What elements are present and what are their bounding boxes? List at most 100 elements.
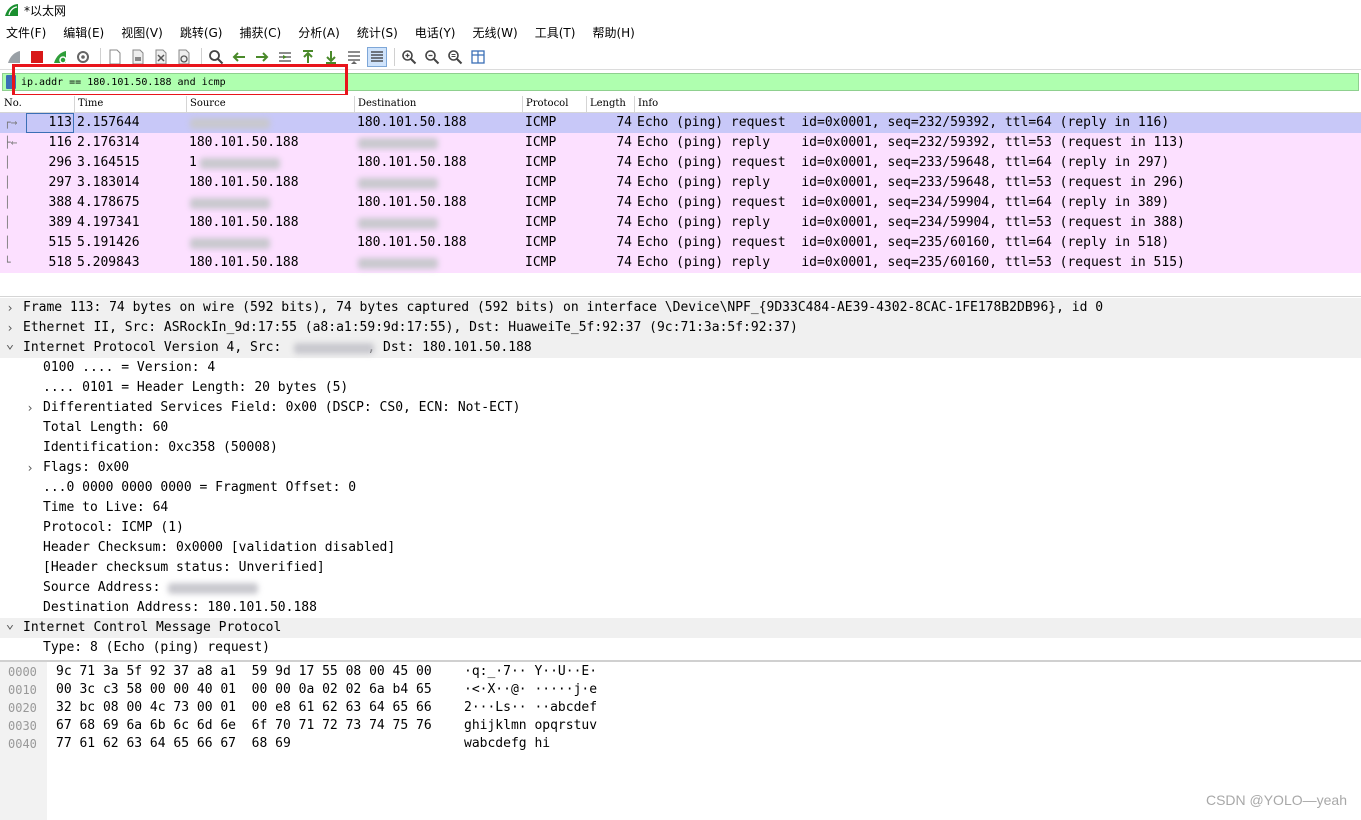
column-source[interactable]: Source: [190, 98, 226, 109]
detail-section-row[interactable]: › Frame 113: 74 bytes on wire (592 bits),…: [0, 298, 1361, 318]
column-no[interactable]: No.: [4, 98, 22, 109]
bytes-hex[interactable]: 00 3c c3 58 00 00 40 01 00 00 0a 02 02 6…: [56, 681, 432, 699]
packet-cell-protocol: ICMP: [525, 235, 557, 250]
bytes-ascii[interactable]: 2···Ls·· ··abcdef: [464, 699, 597, 717]
chevron-right-icon[interactable]: ›: [4, 298, 16, 318]
chevron-down-icon[interactable]: ⌄: [4, 614, 16, 634]
menu-file[interactable]: 文件(F): [6, 24, 46, 41]
bytes-ascii[interactable]: wabcdefg hi: [464, 735, 550, 753]
zoom-in-button[interactable]: [399, 47, 419, 67]
go-to-packet-button[interactable]: [275, 47, 295, 67]
detail-field-row[interactable]: [Header checksum status: Unverified]: [0, 558, 1361, 578]
detail-field-row[interactable]: Time to Live: 64: [0, 498, 1361, 518]
detail-field-row[interactable]: Identification: 0xc358 (50008): [0, 438, 1361, 458]
save-file-button[interactable]: [128, 47, 148, 67]
detail-text: Time to Live: 64: [43, 500, 169, 515]
detail-field-row[interactable]: ...0 0000 0000 0000 = Fragment Offset: 0: [0, 478, 1361, 498]
column-length[interactable]: Length: [590, 98, 626, 109]
colorize-button[interactable]: [367, 46, 387, 67]
redacted-destination-address: [358, 218, 438, 229]
packet-row[interactable]: ├← 116 2.176314 180.101.50.188 ICMP 74 Echo (p…: [0, 133, 1361, 153]
start-capture-button[interactable]: [4, 47, 24, 67]
menu-analyze[interactable]: 分析(A): [298, 24, 340, 41]
go-last-packet-button[interactable]: [321, 47, 341, 67]
packet-row[interactable]: │ 515 5.191426 180.101.50.188 ICMP 74 Echo (pi…: [0, 233, 1361, 253]
chevron-right-icon[interactable]: ›: [24, 458, 36, 478]
chevron-right-icon[interactable]: ›: [24, 398, 36, 418]
column-separator[interactable]: [186, 96, 187, 112]
capture-options-button[interactable]: [73, 47, 93, 67]
auto-scroll-button[interactable]: [344, 47, 364, 67]
detail-field-row[interactable]: › Differentiated Services Field: 0x00 (DS…: [0, 398, 1361, 418]
resize-columns-button[interactable]: [468, 47, 488, 67]
go-forward-button[interactable]: [252, 47, 272, 67]
open-file-button[interactable]: [105, 47, 125, 67]
column-destination[interactable]: Destination: [358, 98, 416, 109]
detail-field-row[interactable]: Type: 8 (Echo (ping) request): [0, 638, 1361, 658]
redacted-source-address: [190, 238, 270, 249]
close-file-button[interactable]: [151, 47, 171, 67]
detail-section-row[interactable]: › Ethernet II, Src: ASRockIn_9d:17:55 (a8…: [0, 318, 1361, 338]
detail-field-row[interactable]: Total Length: 60: [0, 418, 1361, 438]
go-first-packet-button[interactable]: [298, 47, 318, 67]
menu-go[interactable]: 跳转(G): [180, 24, 223, 41]
bytes-hex[interactable]: 77 61 62 63 64 65 66 67 68 69: [56, 735, 291, 753]
menu-help[interactable]: 帮助(H): [592, 24, 634, 41]
packet-row[interactable]: └ 518 5.209843 180.101.50.188 ICMP 74 Echo (pi…: [0, 253, 1361, 273]
detail-field-row[interactable]: Protocol: ICMP (1): [0, 518, 1361, 538]
column-separator[interactable]: [634, 96, 635, 112]
reload-file-button[interactable]: [174, 47, 194, 67]
detail-text: Internet Protocol Version 4, Src: , Dst:…: [23, 340, 532, 355]
menu-edit[interactable]: 编辑(E): [63, 24, 104, 41]
go-back-button[interactable]: [229, 47, 249, 67]
bytes-ascii[interactable]: ·<·X··@· ·····j·e: [464, 681, 597, 699]
menu-tools[interactable]: 工具(T): [535, 24, 576, 41]
column-info[interactable]: Info: [638, 98, 658, 109]
bytes-hex[interactable]: 67 68 69 6a 6b 6c 6d 6e 6f 70 71 72 73 7…: [56, 717, 432, 735]
detail-field-row[interactable]: 0100 .... = Version: 4: [0, 358, 1361, 378]
column-separator[interactable]: [354, 96, 355, 112]
detail-field-row[interactable]: Source Address:: [0, 578, 1361, 598]
redacted-address: [168, 583, 258, 594]
detail-section-row[interactable]: ⌄ Internet Protocol Version 4, Src: , Dst…: [0, 336, 1361, 358]
packet-row[interactable]: │ 389 4.197341 180.101.50.188 ICMP 74 Echo (pi…: [0, 213, 1361, 233]
packet-row[interactable]: │ 388 4.178675 180.101.50.188 ICMP 74 Echo (pi…: [0, 193, 1361, 213]
zoom-out-icon: [425, 49, 440, 64]
packet-cell-protocol: ICMP: [525, 155, 557, 170]
find-packet-button[interactable]: [206, 47, 226, 67]
packet-cell-no: 388: [48, 195, 72, 210]
packet-cell-info: Echo (ping) request id=0x0001, seq=234/5…: [637, 195, 1170, 210]
menu-wireless[interactable]: 无线(W): [473, 24, 518, 41]
column-separator[interactable]: [74, 96, 75, 112]
detail-field-row[interactable]: .... 0101 = Header Length: 20 bytes (5): [0, 378, 1361, 398]
packet-row[interactable]: ┌→ 113 2.157644 180.101.50.188 ICMP 74 Echo (p…: [0, 113, 1361, 133]
menu-statistics[interactable]: 统计(S): [357, 24, 398, 41]
bytes-ascii[interactable]: ghijklmn opqrstuv: [464, 717, 597, 735]
normal-size-button[interactable]: [445, 47, 465, 67]
bytes-ascii[interactable]: ·q:_·7·· Y··U··E·: [464, 663, 597, 681]
packet-row[interactable]: │ 297 3.183014 180.101.50.188 ICMP 74 Echo (pi…: [0, 173, 1361, 193]
menu-telephony[interactable]: 电话(Y): [415, 24, 456, 41]
column-protocol[interactable]: Protocol: [526, 98, 568, 109]
bytes-hex[interactable]: 9c 71 3a 5f 92 37 a8 a1 59 9d 17 55 08 0…: [56, 663, 432, 681]
menu-view[interactable]: 视图(V): [121, 24, 163, 41]
zoom-out-button[interactable]: [422, 47, 442, 67]
restart-capture-button[interactable]: [50, 47, 70, 67]
packet-cell-protocol: ICMP: [525, 175, 557, 190]
menu-capture[interactable]: 捕获(C): [239, 24, 281, 41]
redacted-source-address: [190, 198, 270, 209]
detail-field-row[interactable]: › Flags: 0x00: [0, 458, 1361, 478]
packet-row[interactable]: │ 296 3.164515 1 180.101.50.188 ICMP 74 Echo (p…: [0, 153, 1361, 173]
column-separator[interactable]: [522, 96, 523, 112]
column-time[interactable]: Time: [78, 98, 103, 109]
packet-cell-info: Echo (ping) reply id=0x0001, seq=235/601…: [637, 255, 1185, 270]
detail-section-row[interactable]: ⌄ Internet Control Message Protocol: [0, 616, 1361, 638]
filter-bookmark-icon[interactable]: [6, 75, 16, 89]
detail-field-row[interactable]: Header Checksum: 0x0000 [validation disa…: [0, 538, 1361, 558]
column-separator[interactable]: [586, 96, 587, 112]
chevron-down-icon[interactable]: ⌄: [4, 334, 16, 354]
detail-field-row[interactable]: Destination Address: 180.101.50.188: [0, 598, 1361, 618]
display-filter-input[interactable]: [21, 74, 1321, 90]
bytes-hex[interactable]: 32 bc 08 00 4c 73 00 01 00 e8 61 62 63 6…: [56, 699, 432, 717]
stop-capture-button[interactable]: [27, 47, 47, 67]
